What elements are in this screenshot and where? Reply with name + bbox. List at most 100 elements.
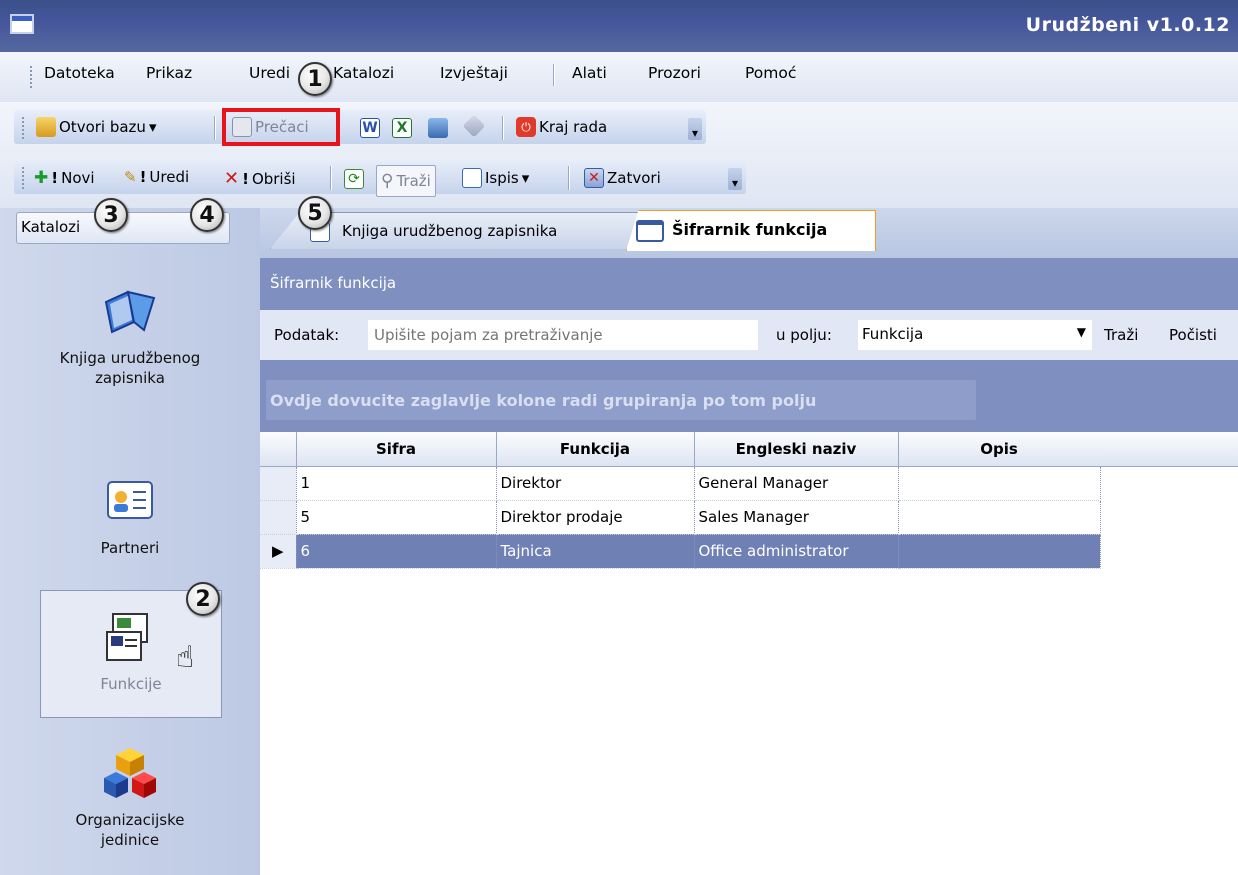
menu-separator (553, 64, 555, 86)
delete-label: Obriši (251, 169, 296, 188)
search-field-select[interactable]: Funkcija ▼ (858, 320, 1092, 350)
current-row-arrow-icon: ▶ (260, 534, 297, 569)
callout-1: 1 (298, 62, 332, 96)
grid-header-row: Sifra Funkcija Engleski naziv Opis (260, 432, 1101, 467)
tab-knjiga-label: Knjiga urudžbenog zapisnika (342, 222, 558, 240)
tab-sifrarnik-label: Šifrarnik funkcija (672, 220, 828, 239)
group-by-area[interactable]: Ovdje dovucite zaglavlje kolone radi gru… (260, 360, 1238, 432)
row-indicator-header (260, 432, 297, 467)
window-title: Urudžbeni v1.0.12 (1025, 14, 1230, 36)
toolbar-separator (214, 116, 216, 140)
sidebar-item-partneri[interactable]: Partneri (20, 470, 240, 558)
print-preview-icon (462, 168, 482, 188)
edit-button[interactable]: ✎ ! Uredi (124, 168, 189, 186)
search-input[interactable] (368, 320, 758, 350)
menu-izvjestaji[interactable]: Izvještaji (440, 64, 508, 82)
search-field-value: Funkcija (862, 325, 924, 343)
cubes-icon (100, 742, 160, 802)
menu-uredi[interactable]: Uredi (249, 64, 290, 82)
table-row[interactable]: 1 Direktor General Manager (260, 466, 1101, 501)
cell-funkcija[interactable]: Direktor prodaje (496, 500, 695, 535)
toolbar-separator (502, 116, 504, 140)
new-button[interactable]: ✚ ! Novi (34, 168, 95, 188)
open-database-button[interactable]: Otvori bazu ▾ (36, 117, 156, 137)
cell-sifra[interactable]: 6 (296, 534, 497, 569)
plus-icon: ✚ (34, 168, 49, 188)
menu-prikaz[interactable]: Prikaz (146, 64, 192, 82)
app-icon (10, 14, 34, 34)
column-header-sifra[interactable]: Sifra (296, 432, 497, 467)
dropdown-arrow-icon: ▾ (521, 169, 530, 187)
highlight-box (222, 108, 340, 146)
cell-opis[interactable] (898, 534, 1101, 569)
toolbar-separator (330, 166, 332, 190)
search-field-label: u polju: (776, 326, 832, 344)
sidebar-item-label: Partneri (100, 539, 160, 557)
callout-2: 2 (186, 582, 220, 616)
shortcut-marker-icon: ! (139, 168, 147, 186)
toolbar-overflow-chevron-icon[interactable]: ▾ (688, 118, 702, 140)
cell-opis[interactable] (898, 500, 1101, 535)
print-button[interactable]: Ispis ▾ (462, 168, 529, 188)
group-hint-text: Ovdje dovucite zaglavlje kolone radi gru… (270, 391, 817, 410)
menu-alati[interactable]: Alati (572, 64, 607, 82)
menu-prozori[interactable]: Prozori (648, 64, 701, 82)
new-label: Novi (61, 169, 95, 187)
panel-title: Šifrarnik funkcija (270, 274, 397, 292)
menu-pomoc[interactable]: Pomoć (745, 64, 796, 82)
shortcut-marker-icon: ! (51, 169, 59, 187)
sidebar-item-label: Funkcije (100, 675, 162, 693)
sidebar-item-knjiga[interactable]: Knjiga urudžbenog zapisnika (20, 280, 240, 388)
menu-katalozi[interactable]: Katalozi (333, 64, 394, 82)
document-icon[interactable] (428, 118, 448, 138)
shortcut-marker-icon: ! (242, 169, 249, 188)
grid-header-filler (1100, 432, 1238, 467)
toolbar-overflow-chevron-icon[interactable]: ▾ (728, 168, 742, 190)
refresh-icon[interactable]: ⟳ (344, 169, 364, 189)
delete-button[interactable]: ✕ ! Obriši (224, 168, 296, 189)
data-grid: Sifra Funkcija Engleski naziv Opis 1 Dir… (260, 432, 1101, 569)
function-badge-icon (101, 606, 161, 666)
cell-opis[interactable] (898, 466, 1101, 501)
callout-5: 5 (298, 196, 332, 230)
sidebar-item-label: Knjiga urudžbenog zapisnika (59, 349, 201, 387)
cell-engleski-naziv[interactable]: Sales Manager (694, 500, 899, 535)
table-row-selected[interactable]: ▶ 6 Tajnica Office administrator (260, 534, 1101, 569)
column-header-opis[interactable]: Opis (898, 432, 1101, 467)
word-export-icon[interactable]: W (360, 118, 380, 138)
row-indicator (260, 500, 297, 535)
callout-3: 3 (94, 198, 128, 232)
power-icon: ⏻ (516, 117, 536, 137)
cell-funkcija[interactable]: Tajnica (496, 534, 695, 569)
row-indicator (260, 466, 297, 501)
close-label: Zatvori (607, 169, 661, 187)
exit-label: Kraj rada (539, 118, 608, 136)
sidebar-item-organizacijske[interactable]: Organizacijske jedinice (20, 742, 240, 850)
table-row[interactable]: 5 Direktor prodaje Sales Manager (260, 500, 1101, 535)
magnifier-icon: ⚲ (381, 171, 394, 191)
exit-button[interactable]: ⏻ Kraj rada (516, 117, 607, 137)
search-button[interactable]: ⚲ Traži (376, 165, 436, 197)
cell-sifra[interactable]: 5 (296, 500, 497, 535)
toolbar-separator (568, 166, 570, 190)
cell-sifra[interactable]: 1 (296, 466, 497, 501)
close-window-icon: ✕ (584, 168, 604, 188)
dropdown-arrow-icon: ▼ (1076, 325, 1086, 339)
cell-engleski-naziv[interactable]: General Manager (694, 466, 899, 501)
edit-label: Uredi (149, 168, 190, 186)
excel-export-icon[interactable]: X (392, 118, 412, 138)
delete-x-icon: ✕ (224, 168, 240, 189)
menu-datoteka[interactable]: Datoteka (44, 64, 115, 82)
hand-cursor-icon: ☝ (176, 640, 195, 675)
column-header-engleski-naziv[interactable]: Engleski naziv (694, 432, 899, 467)
print-label: Ispis (485, 169, 519, 187)
search-clear-button[interactable]: Počisti (1169, 326, 1217, 344)
dropdown-arrow-icon: ▾ (148, 118, 157, 136)
toolbar-grip (22, 167, 27, 189)
close-button[interactable]: ✕ Zatvori (584, 168, 661, 188)
cell-engleski-naziv[interactable]: Office administrator (694, 534, 899, 569)
sidebar-header-label: Katalozi (21, 218, 81, 236)
cell-funkcija[interactable]: Direktor (496, 466, 695, 501)
column-header-funkcija[interactable]: Funkcija (496, 432, 695, 467)
search-go-button[interactable]: Traži (1104, 326, 1138, 344)
